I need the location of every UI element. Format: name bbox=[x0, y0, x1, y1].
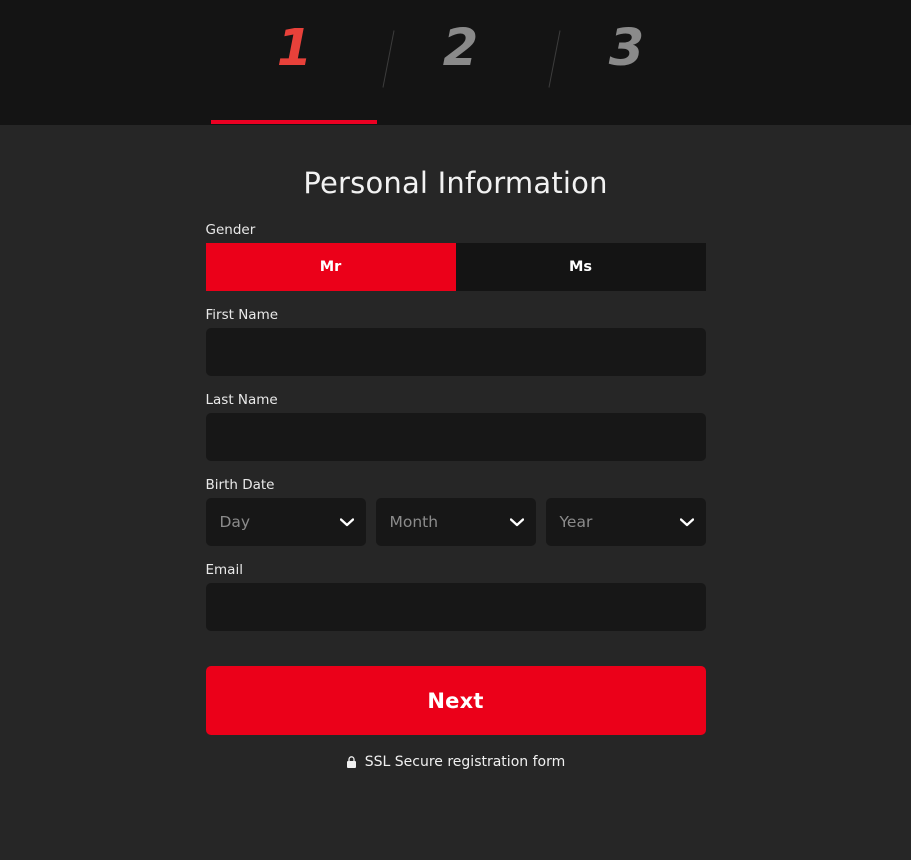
lock-icon bbox=[346, 755, 358, 769]
birth-date-select-row: Day Month Year bbox=[205, 498, 706, 546]
stepper-step-3-underline bbox=[543, 120, 709, 124]
gender-label: Gender bbox=[205, 222, 256, 238]
email-label: Email bbox=[205, 562, 243, 578]
last-name-label: Last Name bbox=[205, 392, 278, 408]
birth-date-month-select[interactable]: Month bbox=[375, 498, 536, 546]
email-input[interactable] bbox=[205, 583, 706, 631]
last-name-input[interactable] bbox=[205, 413, 706, 461]
birth-date-label: Birth Date bbox=[205, 477, 275, 493]
birth-date-year-wrap: Year bbox=[545, 498, 706, 546]
field-group-last-name: Last Name bbox=[205, 392, 706, 461]
stepper-step-1-underline bbox=[211, 120, 377, 124]
stepper-header: 1 2 3 bbox=[0, 0, 911, 125]
birth-date-year-select[interactable]: Year bbox=[545, 498, 706, 546]
gender-option-mr[interactable]: Mr bbox=[205, 243, 456, 291]
registration-form-panel: Personal Information Gender Mr Ms First … bbox=[0, 125, 911, 770]
ssl-secure-note: SSL Secure registration form bbox=[206, 754, 706, 770]
submit-section: Next SSL Secure registration form bbox=[205, 666, 706, 770]
stepper-step-1-number: 1 bbox=[276, 19, 312, 78]
field-group-first-name: First Name bbox=[205, 307, 706, 376]
form-body: Gender Mr Ms First Name Last Name Birth … bbox=[205, 222, 706, 770]
next-button[interactable]: Next bbox=[205, 666, 706, 735]
stepper-step-2[interactable]: 2 bbox=[377, 0, 543, 125]
stepper-track: 1 2 3 bbox=[211, 0, 711, 125]
first-name-input[interactable] bbox=[205, 328, 706, 376]
birth-date-month-wrap: Month bbox=[375, 498, 536, 546]
birth-date-day-select[interactable]: Day bbox=[205, 498, 366, 546]
page-title: Personal Information bbox=[303, 166, 608, 200]
stepper-step-2-number: 2 bbox=[442, 19, 478, 78]
gender-option-ms[interactable]: Ms bbox=[455, 243, 706, 291]
field-group-birth-date: Birth Date Day Month Year bbox=[205, 477, 706, 546]
birth-date-day-wrap: Day bbox=[205, 498, 366, 546]
stepper-step-2-underline bbox=[377, 120, 543, 124]
field-group-email: Email bbox=[205, 562, 706, 631]
stepper-step-1[interactable]: 1 bbox=[211, 0, 377, 125]
ssl-secure-note-text: SSL Secure registration form bbox=[364, 754, 566, 770]
stepper-step-3-number: 3 bbox=[608, 19, 644, 78]
field-group-gender: Gender Mr Ms bbox=[205, 222, 706, 291]
first-name-label: First Name bbox=[205, 307, 279, 323]
stepper-step-3[interactable]: 3 bbox=[543, 0, 709, 125]
gender-segmented-control[interactable]: Mr Ms bbox=[205, 243, 706, 291]
